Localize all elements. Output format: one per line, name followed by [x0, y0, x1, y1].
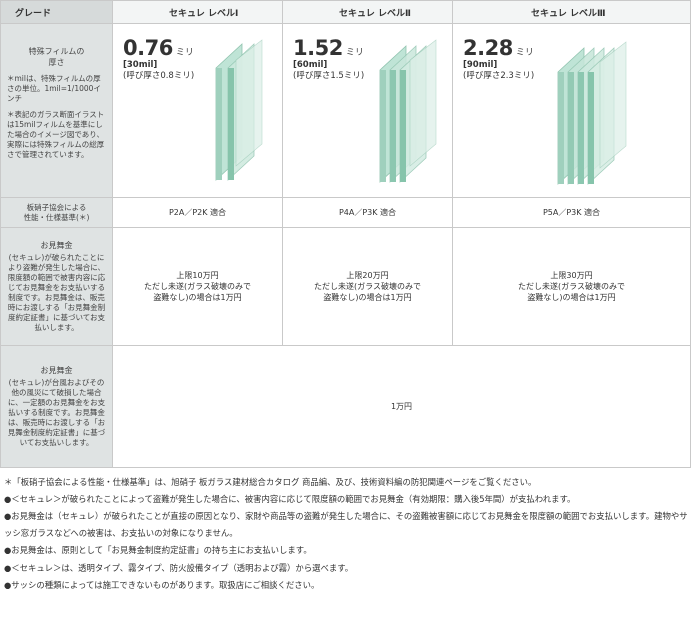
theft-level3: 上限30万円 ただし未遂(ガラス破壊のみで 盗難なし)の場合は1万円	[452, 227, 691, 346]
film-title-line1: 特殊フィルムの	[28, 47, 85, 56]
glass-section-icon	[215, 39, 263, 181]
limit-attempt: 盗難なし)の場合は1万円	[153, 293, 242, 302]
standard-label: 板硝子協会による 性能・仕様基準(＊)	[0, 197, 113, 228]
theft-level1: 上限10万円 ただし未遂(ガラス破壊のみで 盗難なし)の場合は1万円	[112, 227, 283, 346]
standard-title-line1: 板硝子協会による	[26, 202, 87, 212]
standard-row: 板硝子協会による 性能・仕様基準(＊) P2A／P2K 適合 P4A／P3K 適…	[0, 197, 691, 228]
film-cell-level1: 0.76 ミリ [30mil] (呼び厚さ0.8ミリ)	[112, 23, 283, 198]
limit-amount: 上限20万円	[346, 271, 389, 280]
nominal-thickness: (呼び厚さ1.5ミリ)	[293, 71, 365, 81]
footnote-5: ●＜セキュレ＞は、透明タイプ、霧タイプ、防火設備タイプ（透明および霧）から選べま…	[4, 562, 354, 573]
thickness-unit: ミリ	[345, 48, 364, 58]
theft-compensation-row: お見舞金 (セキュレ)が破られたことにより盗難が発生した場合に、限度額の範囲で被…	[0, 227, 691, 346]
thickness-unit: ミリ	[175, 48, 194, 58]
footnote-3: ●お見舞金は（セキュレ）が破られたことが直接の原因となり、家財や商品等の盗難が発…	[4, 511, 688, 538]
limit-attempt: 盗難なし)の場合は1万円	[323, 293, 412, 302]
glass-section-icon	[557, 41, 627, 185]
nominal-thickness: (呼び厚さ2.3ミリ)	[463, 71, 535, 81]
grade-header: グレード	[0, 0, 113, 24]
footnote-1: ＊「板硝子協会による性能・仕様基準」は、旭硝子 板ガラス建材総合カタログ 商品編…	[4, 477, 537, 487]
thickness-value: 2.28	[463, 36, 513, 60]
storm-title: お見舞金	[40, 366, 73, 375]
film-thickness-label: 特殊フィルムの 厚さ ＊milは、特殊フィルムの厚さの単位。1mil=1/100…	[0, 23, 113, 198]
thickness-value: 0.76	[123, 36, 173, 60]
header-row: グレード セキュレ レベルⅠ セキュレ レベルⅡ セキュレ レベルⅢ	[0, 0, 691, 24]
footnote-6: ●サッシの種類によっては施工できないものがあります。取扱店にご相談ください。	[4, 580, 320, 590]
footnote-4: ●お見舞金は、原則として「お見舞金制度約定証書」の持ち主にお支払いします。	[4, 545, 312, 555]
standard-level2: P4A／P3K 適合	[282, 197, 453, 228]
limit-condition: ただし未遂(ガラス破壊のみで	[144, 282, 251, 291]
thickness-unit: ミリ	[515, 48, 534, 58]
mil-value: [60mil]	[293, 60, 328, 70]
limit-condition: ただし未遂(ガラス破壊のみで	[518, 282, 625, 291]
theft-desc: (セキュレ)が破られたことにより盗難が発生した場合に、限度額の範囲で被害内容に応…	[7, 253, 106, 332]
nominal-thickness: (呼び厚さ0.8ミリ)	[123, 71, 195, 81]
limit-condition: ただし未遂(ガラス破壊のみで	[314, 282, 421, 291]
film-cell-level2: 1.52 ミリ [60mil] (呼び厚さ1.5ミリ)	[282, 23, 453, 198]
footnote-2: ●＜セキュレ＞が破られたことによって盗難が発生した場合に、被害内容に応じて限度額…	[4, 494, 576, 504]
storm-value: 1万円	[112, 345, 691, 468]
theft-level2: 上限20万円 ただし未遂(ガラス破壊のみで 盗難なし)の場合は1万円	[282, 227, 453, 346]
limit-amount: 上限30万円	[550, 271, 593, 280]
film-cell-level3: 2.28 ミリ [90mil] (呼び厚さ2.3ミリ)	[452, 23, 691, 198]
spec-table: グレード セキュレ レベルⅠ セキュレ レベルⅡ セキュレ レベルⅢ 特殊フィル…	[0, 0, 691, 468]
level-2-header: セキュレ レベルⅡ	[282, 0, 453, 24]
standard-level1: P2A／P2K 適合	[112, 197, 283, 228]
mil-value: [30mil]	[123, 60, 158, 70]
footnotes: ＊「板硝子協会による性能・仕様基準」は、旭硝子 板ガラス建材総合カタログ 商品編…	[4, 474, 694, 595]
standard-title-line2: 性能・仕様基準(＊)	[23, 212, 90, 222]
theft-title: お見舞金	[40, 241, 73, 250]
level-1-header: セキュレ レベルⅠ	[112, 0, 283, 24]
thickness-value: 1.52	[293, 36, 343, 60]
storm-desc: (セキュレ)が台風およびその他の風災にて破損した場合に、一定額のお見舞金をお支払…	[7, 378, 106, 447]
glass-section-icon	[379, 39, 437, 183]
mil-value: [90mil]	[463, 60, 498, 70]
storm-compensation-row: お見舞金 (セキュレ)が台風およびその他の風災にて破損した場合に、一定額のお見舞…	[0, 345, 691, 468]
film-thickness-row: 特殊フィルムの 厚さ ＊milは、特殊フィルムの厚さの単位。1mil=1/100…	[0, 23, 691, 198]
limit-attempt: 盗難なし)の場合は1万円	[527, 293, 616, 302]
illustration-note: ＊表記のガラス断面イラストは15milフィルムを基準にした場合のイメージ図であり…	[7, 110, 105, 159]
standard-level3: P5A／P3K 適合	[452, 197, 691, 228]
theft-compensation-label: お見舞金 (セキュレ)が破られたことにより盗難が発生した場合に、限度額の範囲で被…	[0, 227, 113, 346]
film-title-line2: 厚さ	[48, 58, 65, 67]
level-3-header: セキュレ レベルⅢ	[452, 0, 691, 24]
limit-amount: 上限10万円	[176, 271, 219, 280]
storm-compensation-label: お見舞金 (セキュレ)が台風およびその他の風災にて破損した場合に、一定額のお見舞…	[0, 345, 113, 468]
mil-note: ＊milは、特殊フィルムの厚さの単位。1mil=1/1000インチ	[7, 74, 101, 103]
